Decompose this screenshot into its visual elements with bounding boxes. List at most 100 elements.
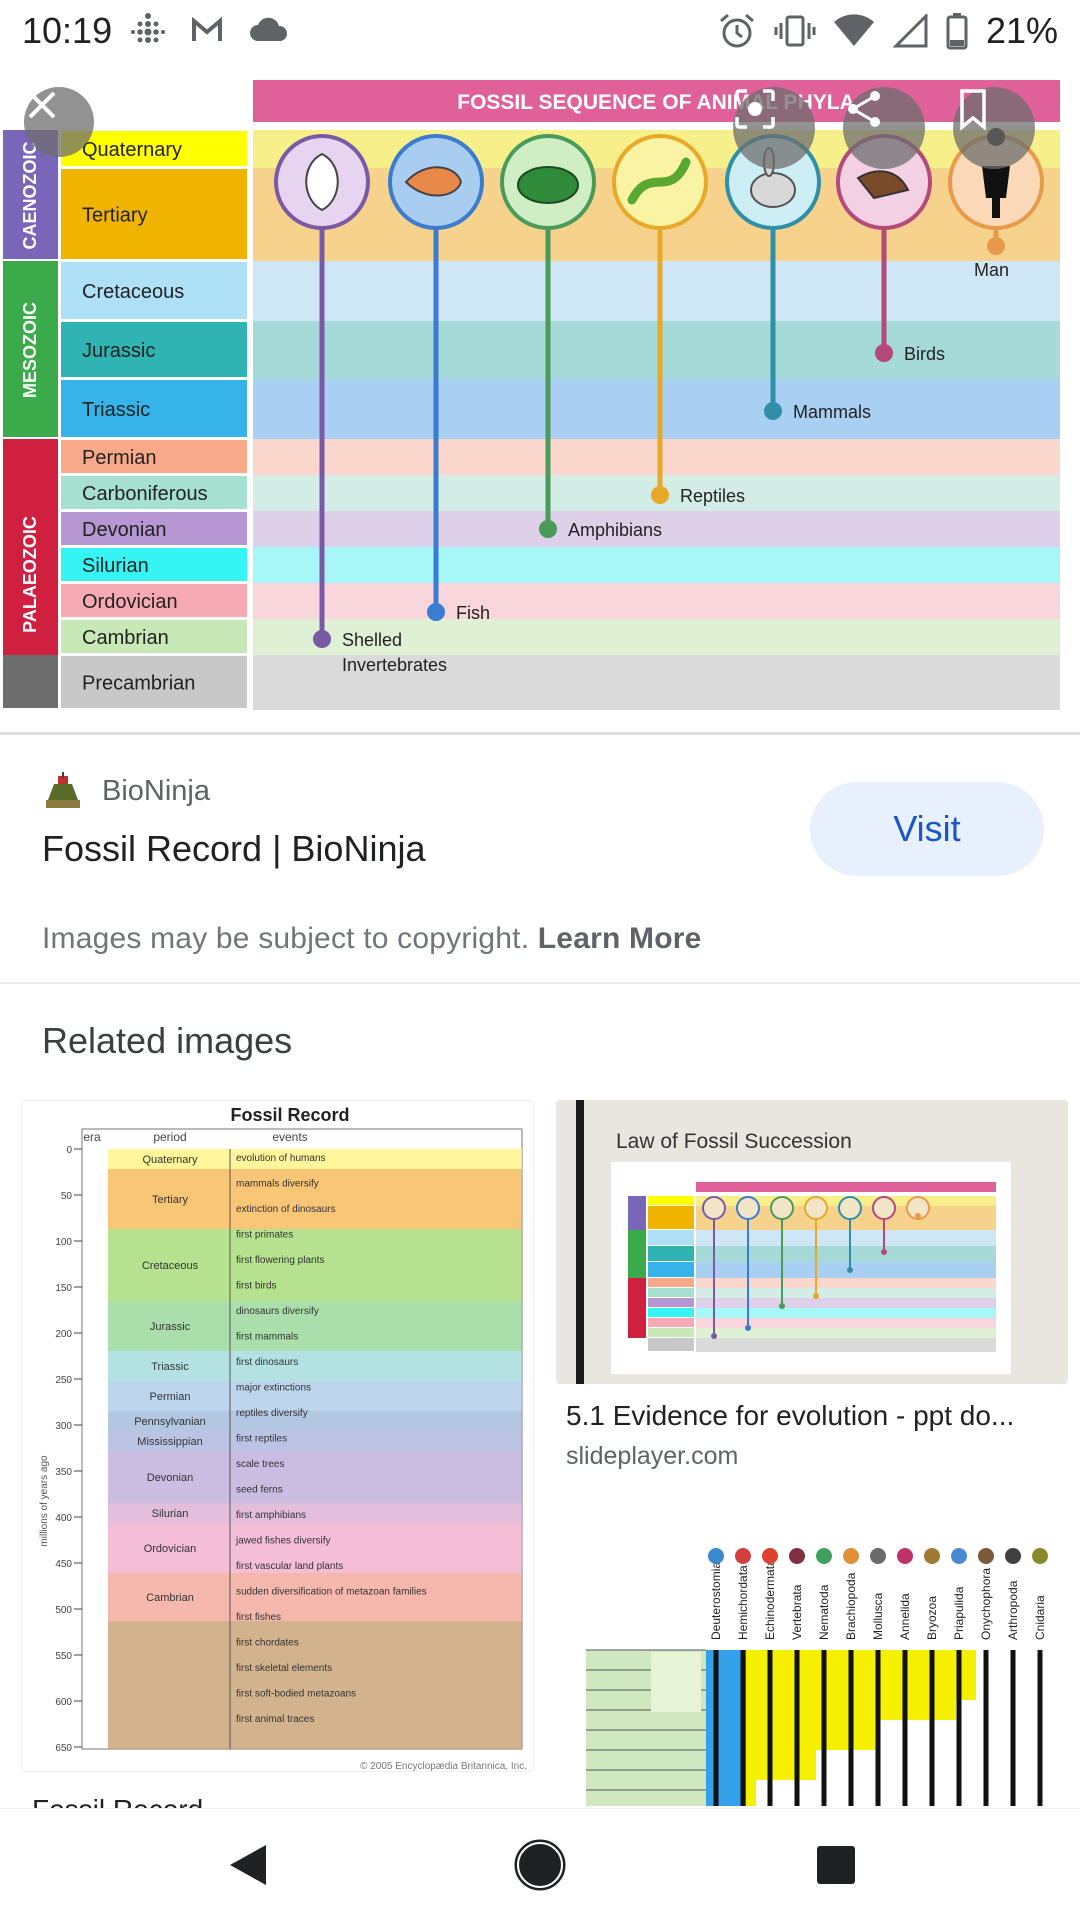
phylum-name: Vertebrata [790, 1584, 804, 1640]
mini-label-box [648, 1278, 694, 1287]
phylum-origin-dot [764, 402, 782, 420]
frog-icon-glyph [517, 166, 579, 204]
mini-label-box [648, 1328, 694, 1337]
share-button[interactable] [843, 87, 925, 169]
period-band [253, 583, 1060, 619]
related-image-law-of-fossil-succession[interactable]: Law of Fossil Succession [556, 1100, 1068, 1384]
related-image-phylogeny-chart[interactable]: Deuterostomia Hemichordata Echinodermata Ve… [556, 1520, 1068, 1806]
phylum-label: Shelled [342, 630, 402, 650]
thumb-axis-tick: 450 [55, 1559, 72, 1570]
lens-icon [735, 89, 775, 129]
phylum-name: Onychophora [979, 1568, 993, 1640]
close-icon [28, 91, 56, 119]
thumb-col-header: period [153, 1130, 186, 1144]
learn-more-link[interactable]: Learn More [538, 922, 702, 955]
related-image-caption-1[interactable]: Fossil Record [32, 1792, 532, 1808]
mini-phylum-icon [770, 1196, 794, 1220]
mini-band [696, 1246, 996, 1262]
related-image-caption-2[interactable]: 5.1 Evidence for evolution - ppt do... [566, 1400, 1066, 1432]
thumb-event-label: first birds [236, 1281, 277, 1292]
thumb-period-label: Mississippian [137, 1436, 202, 1448]
law-of-fossil-succession-thumb-image: Law of Fossil Succession [576, 1100, 1011, 1384]
phylum-icon [735, 1548, 751, 1564]
thumb-event-label: evolution of humans [236, 1153, 326, 1164]
period-label: Tertiary [82, 205, 148, 227]
phylum-origin-dot [987, 237, 1005, 255]
thumb-axis-tick: 400 [55, 1513, 72, 1524]
phylum-icon [870, 1548, 886, 1564]
thumb-period-label: Pennsylvanian [134, 1416, 206, 1428]
thumb-event-label: first flowering plants [236, 1255, 324, 1266]
thumb-event-label: extinction of dinosaurs [236, 1204, 336, 1215]
mini-phylum-icon [838, 1196, 862, 1220]
phylum-label: Amphibians [568, 520, 662, 540]
phylum-icon [951, 1548, 967, 1564]
copyright-text: Images may be subject to copyright. [42, 922, 530, 955]
thumb-axis-tick: 650 [55, 1743, 72, 1754]
battery-percent: 21% [985, 10, 1058, 51]
phylum-icon [978, 1548, 994, 1564]
mini-label-box [648, 1246, 694, 1261]
phylum-name: Bryozoa [925, 1596, 939, 1640]
source-info: BioNinja [42, 770, 210, 812]
phylum-icon [708, 1548, 724, 1564]
phylum-icon [924, 1548, 940, 1564]
phylum-icon [843, 1548, 859, 1564]
fossil-sequence-chart: FOSSIL SEQUENCE OF ANIMAL PHYLA CAENOZOI… [3, 80, 1060, 710]
period-label: Permian [82, 447, 156, 469]
thumb-axis-tick: 350 [55, 1467, 72, 1478]
source-title-link[interactable]: Fossil Record | BioNinja [42, 828, 425, 870]
phylum-icon [789, 1548, 805, 1564]
thumb-period-label: Ordovician [144, 1543, 197, 1555]
mini-phylum-icon [736, 1196, 760, 1220]
thumb-event-label: mammals diversify [236, 1179, 319, 1190]
thumb-title: Law of Fossil Succession [616, 1130, 852, 1153]
thumb-period-label: Permian [150, 1391, 191, 1403]
thumb-title: Fossil Record [230, 1105, 349, 1125]
divider [0, 982, 1080, 984]
status-notification-icons [130, 12, 290, 48]
phylum-name: Deuterostomia [709, 1562, 723, 1640]
thumb-period-label: Quaternary [142, 1154, 198, 1166]
visit-button[interactable]: Visit [810, 782, 1044, 876]
thumb-event-label: major extinctions [236, 1383, 311, 1394]
mini-label-box [648, 1262, 694, 1277]
period-label: Triassic [82, 399, 150, 421]
phylogeny-thumb-image: Deuterostomia Hemichordata Echinodermata Ve… [586, 1548, 1048, 1806]
related-image-fossil-record[interactable]: Fossil Record era period events Quaternary… [21, 1100, 534, 1772]
thumb-period-label: Triassic [151, 1361, 189, 1373]
period-label: Cambrian [82, 627, 169, 649]
phylum-label: Mammals [793, 402, 871, 422]
thumb-axis-tick: 100 [55, 1237, 72, 1248]
phylum-name: Nematoda [817, 1584, 831, 1640]
phylum-name: Echinodermata [763, 1559, 777, 1640]
bookmark-button[interactable] [953, 87, 1035, 169]
mini-label-box [648, 1308, 694, 1317]
phylum-label: Reptiles [680, 486, 745, 506]
close-button[interactable] [24, 87, 94, 157]
phylum-icon [1005, 1548, 1021, 1564]
recents-button[interactable] [806, 1835, 866, 1895]
thumb-period-label: Tertiary [152, 1194, 189, 1206]
era-label: CAENOZOIC [20, 141, 40, 249]
thumb-event-label: first mammals [236, 1332, 298, 1343]
home-button[interactable] [510, 1835, 570, 1895]
phylum-icon [762, 1548, 778, 1564]
signal-icon [892, 14, 928, 48]
mini-label-box [648, 1298, 694, 1307]
thumb-axis-tick: 150 [55, 1283, 72, 1294]
phylum-name: Arthropoda [1006, 1580, 1020, 1640]
period-label: Quaternary [82, 139, 182, 161]
period-band [253, 439, 1060, 475]
thumb-credit: © 2005 Encyclopædia Britannica, Inc. [360, 1761, 527, 1772]
back-button[interactable] [218, 1835, 278, 1895]
lens-button[interactable] [733, 87, 815, 169]
bookmark-icon [960, 89, 986, 131]
mini-label-box [648, 1206, 694, 1229]
thumb-event-label: first vascular land plants [236, 1561, 343, 1572]
thumb-event-label: seed ferns [236, 1485, 283, 1496]
gmail-icon [192, 16, 222, 41]
fossil-sequence-image[interactable]: FOSSIL SEQUENCE OF ANIMAL PHYLA CAENOZOI… [0, 70, 1080, 735]
thumb-axis-tick: 500 [55, 1605, 72, 1616]
phylum-label: Man [974, 260, 1009, 280]
